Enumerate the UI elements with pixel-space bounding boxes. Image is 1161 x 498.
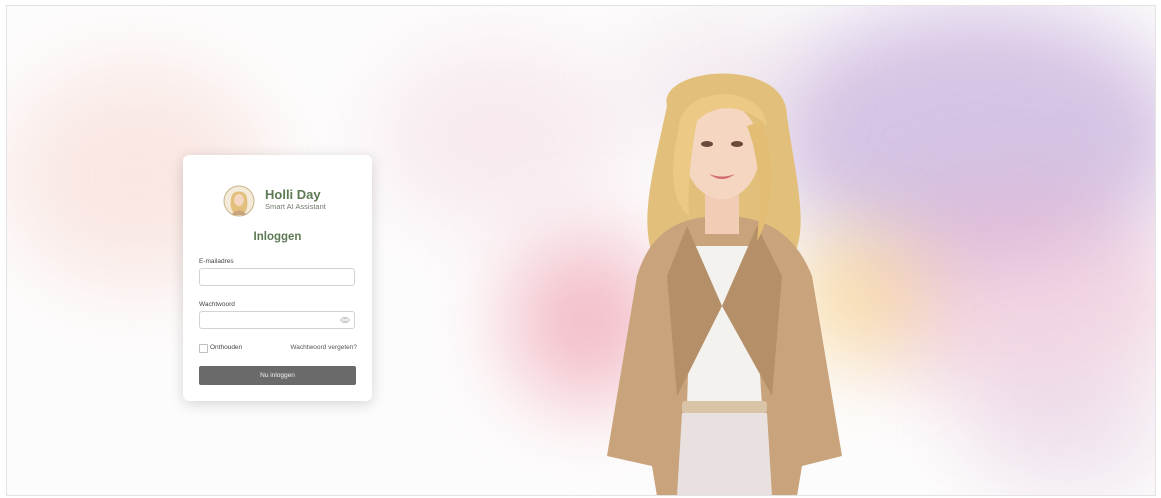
avatar-logo-icon bbox=[223, 185, 255, 217]
brand-header: Holli Day Smart AI Assistant bbox=[223, 185, 343, 217]
belt bbox=[682, 401, 767, 413]
password-label: Wachtwoord bbox=[199, 301, 235, 308]
jeans bbox=[677, 413, 772, 495]
password-field[interactable] bbox=[199, 311, 355, 329]
login-card: Holli Day Smart AI Assistant Inloggen E-… bbox=[183, 155, 372, 401]
eye-left bbox=[701, 141, 713, 147]
login-page: Holli Day Smart AI Assistant Inloggen E-… bbox=[6, 5, 1156, 496]
forgot-password-link[interactable]: Wachtwoord vergeten? bbox=[290, 344, 357, 351]
page-title: Inloggen bbox=[253, 231, 302, 243]
assistant-illustration bbox=[607, 73, 842, 495]
remember-label: Onthouden bbox=[210, 344, 243, 351]
email-label: E-mailadres bbox=[199, 258, 234, 265]
wash-rose bbox=[377, 46, 617, 226]
login-button[interactable]: Nu inloggen bbox=[199, 366, 356, 385]
brand-tagline: Smart AI Assistant bbox=[265, 202, 326, 211]
eye-icon[interactable] bbox=[340, 316, 350, 324]
remember-checkbox[interactable] bbox=[199, 344, 208, 353]
brand-name: Holli Day bbox=[265, 187, 321, 202]
wash-mauve bbox=[967, 366, 1155, 495]
email-field[interactable] bbox=[199, 268, 355, 286]
eye-right bbox=[731, 141, 743, 147]
